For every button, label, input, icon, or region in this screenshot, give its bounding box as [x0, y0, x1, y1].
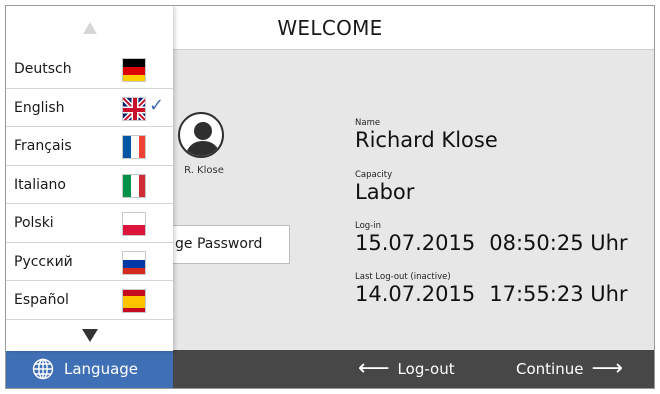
language-item-label: Français — [14, 138, 72, 154]
spain-flag-icon — [122, 289, 146, 313]
russia-flag-icon — [122, 250, 146, 275]
login-date: 15.07.2015 — [355, 231, 476, 255]
name-value: Richard Klose — [355, 128, 498, 152]
logout-date: 14.07.2015 — [355, 282, 476, 306]
poland-flag-icon — [122, 212, 146, 236]
scroll-down-button[interactable] — [6, 319, 173, 351]
capacity-label: Capacity — [355, 170, 393, 180]
login-field: Log-in 15.07.2015 08:50:25 Uhr — [355, 221, 628, 255]
checkmark-icon: ✓ — [149, 94, 165, 116]
login-value: 15.07.2015 08:50:25 Uhr — [355, 231, 628, 255]
continue-button-label: Continue — [516, 360, 584, 378]
globe-icon — [32, 358, 54, 380]
logout-button[interactable]: ⟵ Log-out — [358, 350, 455, 388]
language-dropdown: Deutsch English ✓ Français Italiano Pols… — [6, 6, 173, 351]
name-field: Name Richard Klose — [355, 118, 498, 152]
language-item-english[interactable]: English ✓ — [6, 89, 173, 127]
name-label: Name — [355, 118, 381, 128]
bottom-bar: Language ⟵ Log-out Continue ⟶ — [6, 350, 654, 388]
avatar-name: R. Klose — [184, 165, 224, 176]
language-item-label: Polski — [14, 215, 54, 231]
logout-button-label: Log-out — [397, 360, 455, 378]
language-item-polski[interactable]: Polski — [6, 204, 173, 243]
continue-button[interactable]: Continue ⟶ — [516, 350, 623, 388]
logout-time: 17:55:23 Uhr — [489, 282, 628, 306]
language-item-francais[interactable]: Français — [6, 127, 173, 166]
logout-label: Last Log-out (inactive) — [355, 272, 451, 282]
triangle-up-icon — [82, 22, 97, 34]
logout-value: 14.07.2015 17:55:23 Uhr — [355, 282, 628, 306]
language-item-espanol[interactable]: Español — [6, 281, 173, 320]
language-item-deutsch[interactable]: Deutsch — [6, 50, 173, 89]
app-window: WELCOME R. Klose ge Password Name Richar… — [5, 5, 655, 389]
arrow-left-icon: ⟵ — [358, 356, 390, 381]
language-item-label: Русский — [14, 253, 73, 270]
logout-field: Last Log-out (inactive) 14.07.2015 17:55:… — [355, 272, 628, 306]
france-flag-icon — [122, 135, 146, 159]
scroll-up-button[interactable] — [6, 6, 173, 50]
login-time: 08:50:25 Uhr — [489, 231, 628, 255]
capacity-field: Capacity Labor — [355, 170, 414, 204]
avatar — [178, 112, 224, 158]
uk-flag-icon — [122, 96, 146, 121]
user-silhouette-icon — [185, 122, 221, 156]
language-item-italiano[interactable]: Italiano — [6, 166, 173, 204]
language-list: Deutsch English ✓ Français Italiano Pols… — [6, 50, 173, 320]
arrow-right-icon: ⟶ — [591, 356, 623, 381]
language-button-label: Language — [64, 360, 139, 378]
language-item-russkiy[interactable]: Русский — [6, 243, 173, 281]
triangle-down-icon — [81, 328, 98, 342]
language-item-label: English — [14, 99, 65, 116]
language-item-label: Español — [14, 292, 69, 308]
germany-flag-icon — [122, 58, 146, 82]
italy-flag-icon — [122, 173, 146, 198]
capacity-value: Labor — [355, 180, 415, 204]
language-button[interactable]: Language — [6, 350, 173, 388]
language-item-label: Italiano — [14, 176, 66, 193]
language-item-label: Deutsch — [14, 61, 72, 77]
login-label: Log-in — [355, 221, 381, 231]
